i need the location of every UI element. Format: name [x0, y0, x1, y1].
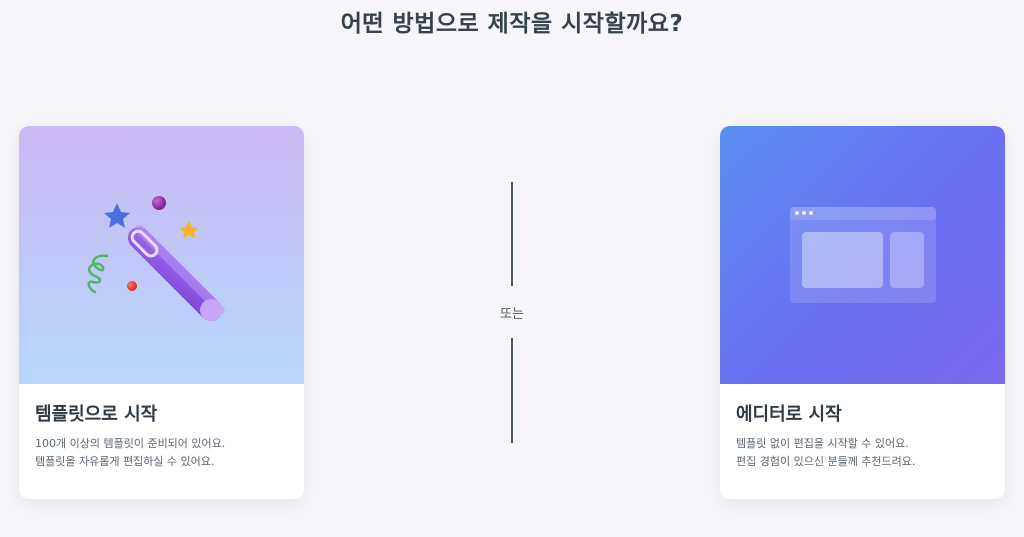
page-title: 어떤 방법으로 제작을 시작할까요?	[340, 11, 684, 37]
editor-card-visual	[720, 126, 1005, 384]
editor-card-desc-line1: 템플릿 없이 편집을 시작할 수 있어요.	[736, 437, 909, 450]
divider-line-bottom	[511, 338, 513, 443]
template-start-card[interactable]: 템플릿으로 시작 100개 이상의 템플릿이 준비되어 있어요. 템플릿을 자유…	[19, 126, 304, 499]
divider-line-top	[511, 182, 513, 286]
template-card-visual	[19, 126, 304, 384]
divider-or-label: 또는	[500, 307, 524, 322]
editor-card-title: 에디터로 시작	[736, 404, 842, 425]
template-card-description: 100개 이상의 템플릿이 준비되어 있어요. 템플릿을 자유롭게 편집하실 수…	[35, 435, 225, 471]
green-swirl-icon	[87, 254, 109, 294]
page-root: 어떤 방법으로 제작을 시작할까요? 템플릿으로 시작 100개 이상의 템플릿…	[0, 0, 1024, 537]
browser-window-icon	[790, 207, 936, 303]
editor-card-description: 템플릿 없이 편집을 시작할 수 있어요. 편집 경험이 있으신 분들께 추천드…	[736, 435, 915, 471]
gold-star-icon	[180, 221, 198, 238]
blue-star-icon	[104, 203, 130, 228]
editor-start-card[interactable]: 에디터로 시작 템플릿 없이 편집을 시작할 수 있어요. 편집 경험이 있으신…	[720, 126, 1005, 499]
template-card-desc-line1: 100개 이상의 템플릿이 준비되어 있어요.	[35, 437, 226, 450]
template-card-desc-line2: 템플릿을 자유롭게 편집하실 수 있어요.	[35, 455, 215, 468]
purple-ball-icon	[152, 196, 166, 210]
magic-wand-icon	[87, 196, 225, 322]
template-card-title: 템플릿으로 시작	[35, 404, 158, 425]
editor-card-desc-line2: 편집 경험이 있으신 분들께 추천드려요.	[736, 455, 916, 468]
red-ball-icon	[127, 281, 137, 291]
